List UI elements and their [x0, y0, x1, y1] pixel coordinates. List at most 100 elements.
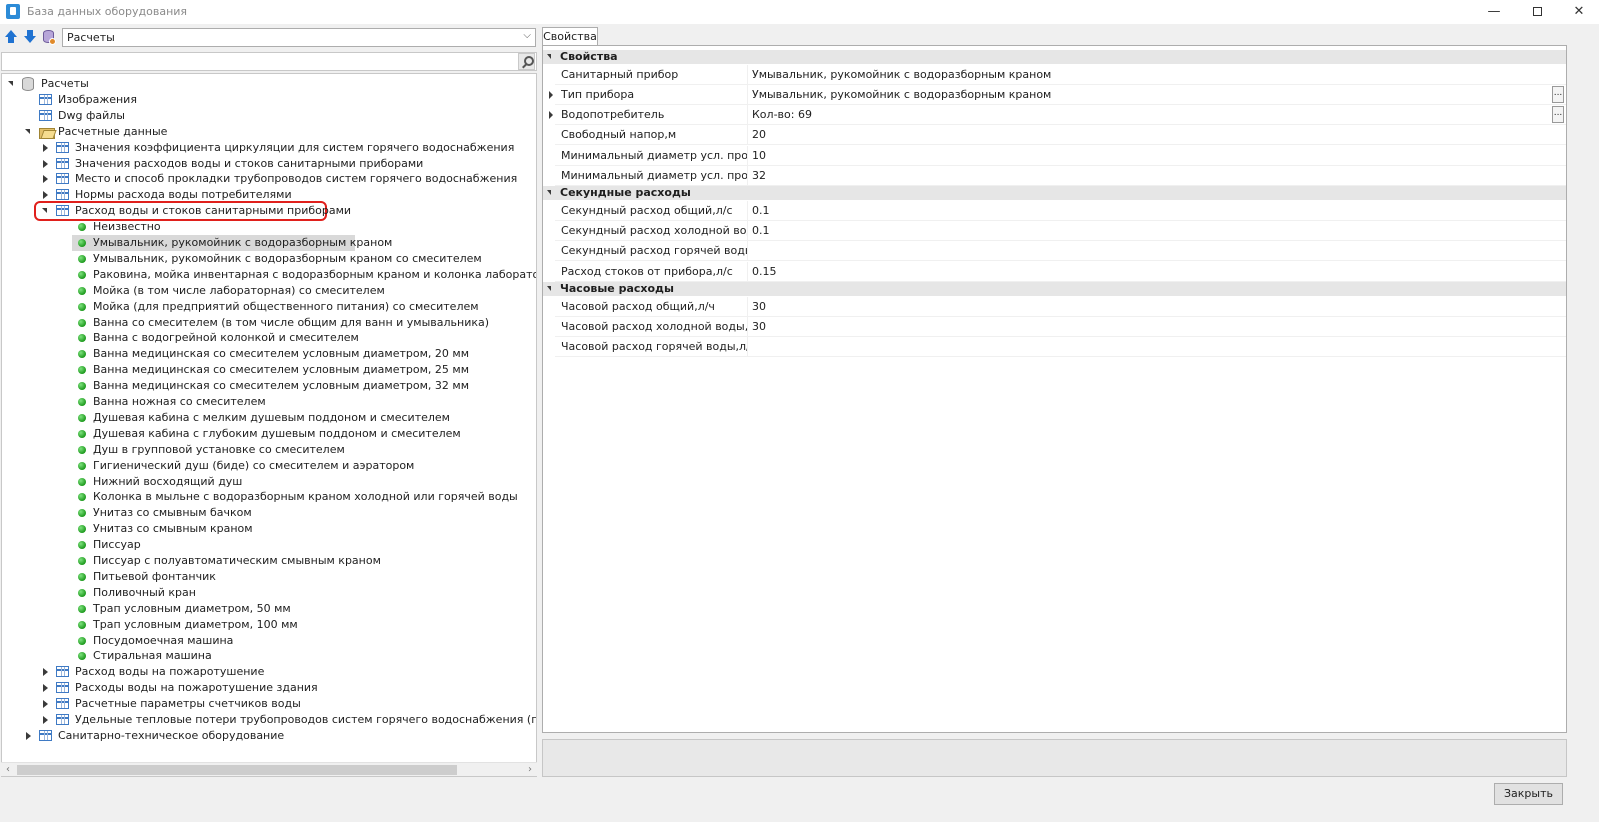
- window-title: База данных оборудования: [27, 5, 188, 18]
- collapsed-arrow-icon[interactable]: [24, 728, 33, 744]
- property-gutter: [543, 337, 555, 358]
- property-row[interactable]: Свободный напор,м 20: [543, 125, 1566, 146]
- collapsed-arrow-icon[interactable]: [41, 140, 50, 156]
- property-gutter: [543, 296, 555, 317]
- expand-arrow-icon[interactable]: [549, 111, 553, 120]
- table-icon: [39, 93, 52, 105]
- database-select[interactable]: Расчеты ⌵: [62, 28, 536, 47]
- column-separator: [747, 261, 748, 282]
- status-dot-icon: [78, 493, 86, 502]
- tree-item-label: Унитаз со смывным краном: [93, 522, 253, 536]
- search-input[interactable]: [1, 52, 537, 71]
- property-value[interactable]: Умывальник, рукомойник с водоразборным к…: [752, 85, 1051, 104]
- status-dot-icon: [78, 525, 86, 534]
- property-value[interactable]: 20: [752, 125, 766, 144]
- search-icon[interactable]: [518, 53, 535, 70]
- expanded-arrow-icon[interactable]: [7, 76, 16, 92]
- table-icon: [56, 141, 69, 153]
- property-category-label: Часовые расходы: [560, 282, 674, 295]
- database-icon[interactable]: [42, 28, 57, 46]
- table-icon: [56, 189, 69, 201]
- property-row[interactable]: Санитарный прибор Умывальник, рукомойник …: [543, 64, 1566, 85]
- property-category[interactable]: Часовые расходы: [543, 282, 1566, 296]
- property-value[interactable]: 30: [752, 297, 766, 316]
- tree-item-label: Мойка (в том числе лабораторная) со смес…: [93, 283, 385, 297]
- collapsed-arrow-icon[interactable]: [41, 187, 50, 203]
- collapsed-arrow-icon[interactable]: [41, 712, 50, 728]
- property-category-label: Секундные расходы: [560, 186, 691, 200]
- property-row[interactable]: Секундный расход холодной воды,л/с 0.1: [543, 221, 1566, 242]
- collapsed-arrow-icon[interactable]: [41, 664, 50, 680]
- collapse-arrow-icon[interactable]: [547, 54, 551, 59]
- close-button[interactable]: Закрыть: [1494, 783, 1563, 805]
- property-category[interactable]: Свойства: [543, 50, 1566, 64]
- tree-item-label: Писсуар с полуавтоматическим смывным кра…: [93, 554, 381, 567]
- expanded-arrow-icon[interactable]: [24, 124, 33, 140]
- collapse-arrow-icon[interactable]: [547, 190, 551, 196]
- collapsed-arrow-icon[interactable]: [41, 156, 50, 172]
- collapsed-arrow-icon[interactable]: [41, 696, 50, 712]
- property-gutter: [543, 316, 555, 337]
- close-window-button[interactable]: ✕: [1557, 0, 1599, 24]
- property-category[interactable]: Секундные расходы: [543, 186, 1566, 201]
- property-row[interactable]: Секундный расход общий,л/с 0.1: [543, 200, 1566, 221]
- property-gutter: [543, 200, 555, 221]
- status-dot-icon: [78, 572, 86, 581]
- chevron-down-icon[interactable]: ⌵: [523, 30, 531, 41]
- arrow-down-icon[interactable]: [22, 29, 38, 45]
- property-row[interactable]: Водопотребитель Кол-во: 69...: [543, 105, 1566, 126]
- property-value[interactable]: 30: [752, 317, 766, 336]
- property-value[interactable]: Умывальник, рукомойник с водоразборным к…: [752, 65, 1051, 84]
- tree-item-label: Неизвестно: [93, 220, 161, 234]
- expand-arrow-icon[interactable]: [549, 90, 553, 99]
- property-row[interactable]: Часовой расход горячей воды,л/ч: [543, 337, 1566, 358]
- database-badge-icon: [49, 38, 56, 45]
- tree-horizontal-scrollbar[interactable]: ‹ ›: [1, 762, 537, 776]
- property-value[interactable]: 0.1: [752, 221, 770, 240]
- property-grid: Свойства Санитарный прибор Умывальник, рук…: [542, 45, 1567, 733]
- property-name: Водопотребитель: [561, 108, 665, 122]
- tree-item-label: Dwg файлы: [58, 108, 125, 122]
- property-value[interactable]: 32: [752, 166, 766, 185]
- column-separator: [747, 200, 748, 221]
- property-row[interactable]: Минимальный диаметр усл. проход... 10: [543, 145, 1566, 166]
- tab-properties[interactable]: Свойства: [542, 27, 598, 46]
- arrow-up-icon[interactable]: [3, 29, 19, 45]
- property-name: Санитарный прибор: [561, 67, 679, 81]
- property-value[interactable]: Кол-во: 69: [752, 105, 812, 124]
- scroll-right-icon[interactable]: ›: [523, 763, 537, 777]
- property-gutter: [543, 241, 555, 262]
- tree-item-label: Нормы расхода воды потребителями: [75, 188, 292, 202]
- scroll-left-icon[interactable]: ‹: [1, 763, 15, 777]
- maximize-button[interactable]: [1515, 0, 1559, 24]
- property-value[interactable]: 0.15: [752, 262, 777, 281]
- ellipsis-button[interactable]: ...: [1552, 85, 1564, 103]
- property-row[interactable]: Секундный расход горячей воды,л/с: [543, 241, 1566, 262]
- property-row[interactable]: Часовой расход холодной воды,л/ч 30: [543, 316, 1566, 337]
- column-separator: [747, 316, 748, 337]
- scrollbar-thumb[interactable]: [17, 765, 457, 775]
- property-gutter: [543, 166, 555, 186]
- status-dot-icon: [78, 318, 86, 327]
- property-description-panel: [542, 739, 1567, 777]
- property-row[interactable]: Часовой расход общий,л/ч 30: [543, 296, 1566, 317]
- collapsed-arrow-icon[interactable]: [41, 171, 50, 187]
- minimize-button[interactable]: —: [1472, 0, 1516, 24]
- tree-item-label: Расходы воды на пожаротушение здания: [75, 681, 318, 695]
- maximize-icon: [1532, 7, 1542, 16]
- property-row[interactable]: Минимальный диаметр усл. проход... 32: [543, 166, 1566, 186]
- property-value[interactable]: 10: [752, 146, 766, 165]
- property-row[interactable]: Тип прибора Умывальник, рукомойник с водо…: [543, 84, 1566, 105]
- tree-item-label: Расчетные данные: [58, 124, 168, 138]
- tree-item-label: Раковина, мойка инвентарная с водоразбор…: [93, 267, 536, 281]
- tree-item-label: Расчетные параметры счетчиков воды: [75, 697, 301, 711]
- tree-item-label: Колонка в мыльне с водоразборным краном …: [93, 490, 518, 504]
- property-value[interactable]: 0.1: [752, 201, 770, 220]
- property-name: Часовой расход горячей воды,л/ч: [561, 340, 747, 354]
- expanded-arrow-icon[interactable]: [41, 203, 50, 219]
- property-row[interactable]: Расход стоков от прибора,л/с 0.15: [543, 261, 1566, 282]
- ellipsis-button[interactable]: ...: [1552, 106, 1564, 124]
- collapse-arrow-icon[interactable]: [547, 286, 551, 291]
- collapsed-arrow-icon[interactable]: [41, 680, 50, 696]
- status-dot-icon: [78, 382, 86, 391]
